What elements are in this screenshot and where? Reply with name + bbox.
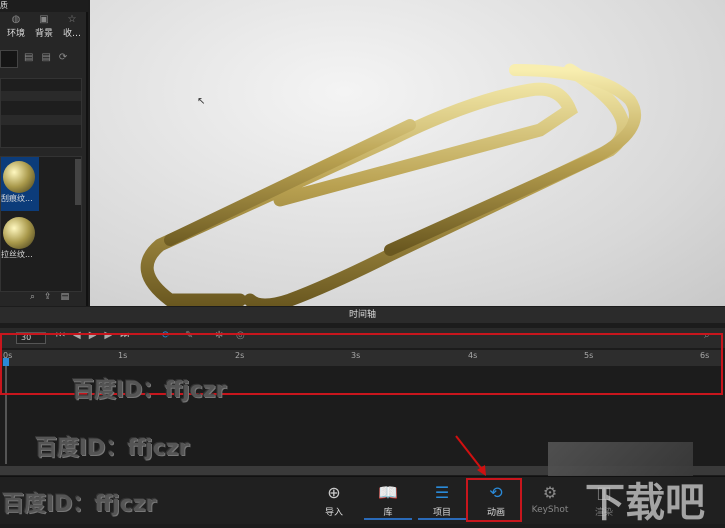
tab-background[interactable]: ▣ 背景 bbox=[30, 14, 58, 39]
watermark: 百度ID：ffjczr bbox=[2, 492, 157, 517]
library-panel: 质 ◍ 环境 ▣ 背景 ☆ 收… ▤▤⟳ 刮痕纹... 拉丝纹... ⌕⇪▤ bbox=[0, 0, 88, 306]
animation-highlight-box bbox=[466, 478, 522, 522]
material-item[interactable]: 刮痕纹... bbox=[1, 157, 39, 211]
3d-viewport[interactable]: ↖ bbox=[90, 0, 725, 312]
material-list: 刮痕纹... 拉丝纹... bbox=[0, 156, 82, 292]
keyshot-icon: ⚙ bbox=[542, 483, 558, 502]
tab-environment[interactable]: ◍ 环境 bbox=[2, 14, 30, 39]
scrollbar[interactable] bbox=[75, 159, 81, 205]
timeline-title: 时间轴 bbox=[0, 307, 725, 323]
paperclip-render bbox=[140, 63, 641, 312]
material-sphere bbox=[3, 217, 35, 249]
toolbar-project[interactable]: ☰ 项目 bbox=[418, 483, 466, 520]
material-item[interactable]: 拉丝纹... bbox=[1, 215, 39, 269]
watermark: 百度ID：ffjczr bbox=[72, 378, 227, 403]
folder-tree[interactable] bbox=[0, 78, 82, 148]
watermark: 百度ID：ffjczr bbox=[35, 436, 190, 461]
star-icon: ☆ bbox=[67, 14, 77, 25]
panel-title: 质 bbox=[0, 0, 88, 12]
folder-icons[interactable]: ▤▤⟳ bbox=[24, 52, 75, 63]
import-icon: ⊕ bbox=[327, 483, 341, 502]
toolbar-keyshotxr[interactable]: ⚙ KeyShot bbox=[526, 483, 574, 515]
site-logo: 下载吧 bbox=[585, 480, 705, 526]
toolbar-library[interactable]: 📖 库 bbox=[364, 483, 412, 520]
material-sphere bbox=[3, 161, 35, 193]
list-icon: ☰ bbox=[434, 483, 450, 502]
toolbar-import[interactable]: ⊕ 导入 bbox=[310, 483, 358, 518]
globe-icon: ◍ bbox=[11, 14, 21, 25]
tab-favorites[interactable]: ☆ 收… bbox=[58, 14, 86, 39]
bottom-icons[interactable]: ⌕⇪▤ bbox=[30, 292, 78, 302]
red-arrow bbox=[455, 435, 486, 476]
search-input[interactable] bbox=[0, 50, 18, 68]
mouse-cursor: ↖ bbox=[197, 96, 206, 107]
image-icon: ▣ bbox=[39, 14, 49, 25]
book-icon: 📖 bbox=[378, 483, 398, 502]
